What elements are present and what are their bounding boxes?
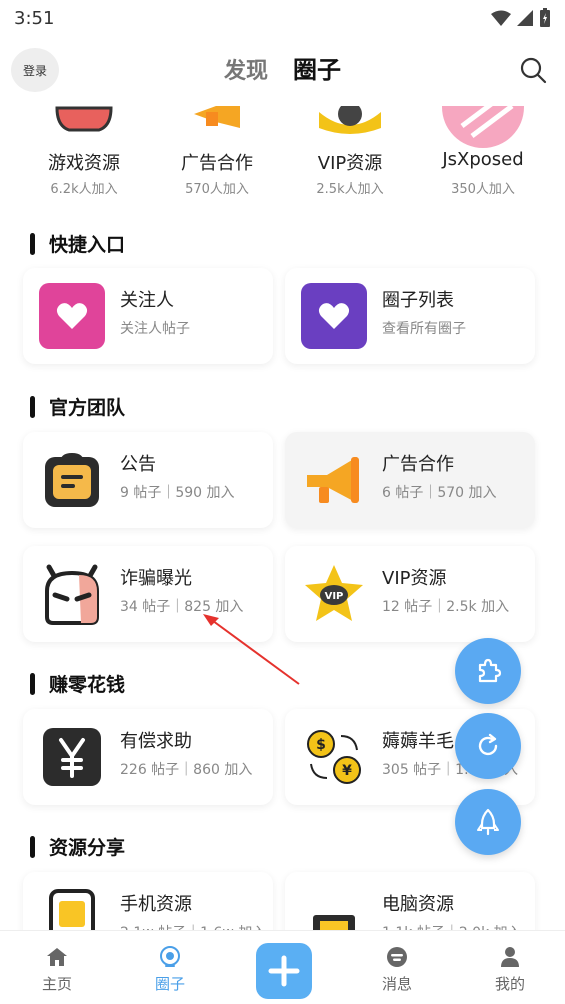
card-title: 电脑资源	[382, 894, 454, 915]
card-title: 有偿求助	[120, 731, 192, 752]
vip-star-icon	[309, 106, 391, 148]
card-subtitle: 2.1w 帖子｜1.6w 加入	[120, 922, 266, 930]
card-subtitle: 12 帖子｜2.5k 加入	[382, 599, 510, 615]
megaphone-icon	[307, 457, 359, 503]
card-title: 公告	[120, 454, 156, 475]
tab-circles[interactable]: 圈子	[293, 50, 341, 85]
section-title-earn: 赚零花钱	[30, 670, 125, 697]
yen-icon	[43, 728, 101, 786]
card-title: VIP资源	[382, 568, 447, 589]
card-announcement[interactable]: 公告 9 帖子｜590 加入	[23, 432, 273, 528]
header-tabs: 发现 圈子	[0, 50, 565, 85]
card-title: 圈子列表	[382, 290, 454, 311]
search-icon[interactable]	[519, 56, 547, 84]
top-circle-name: 游戏资源	[48, 153, 120, 174]
card-ads[interactable]: 广告合作 6 帖子｜570 加入	[285, 432, 535, 528]
message-icon	[387, 947, 407, 967]
svg-text:$: $	[316, 737, 326, 753]
tab-discover[interactable]: 发现	[224, 53, 268, 85]
nav-label: 主页	[41, 975, 72, 993]
home-icon	[47, 948, 67, 966]
card-pc-resources[interactable]: 电脑资源 1.1k 帖子｜2.0k 加入	[285, 872, 535, 930]
card-title: 手机资源	[120, 894, 192, 915]
game-controller-icon	[43, 106, 125, 148]
circles-icon	[160, 946, 180, 967]
status-time: 3:51	[14, 7, 55, 29]
refresh-fab[interactable]	[455, 713, 521, 779]
refresh-icon	[478, 733, 498, 756]
status-icons	[491, 8, 551, 28]
top-circle-count: 570人加入	[185, 182, 249, 197]
currency-exchange-icon: $ ¥	[307, 730, 361, 784]
card-subtitle: 226 帖子｜860 加入	[120, 762, 253, 778]
shopping-bag-icon	[45, 452, 99, 507]
bottom-nav: 主页 圈子 消息 我的	[0, 930, 565, 1004]
wifi-icon	[491, 10, 511, 26]
nav-label: 圈子	[154, 975, 185, 993]
card-title: 广告合作	[382, 454, 454, 475]
card-follow[interactable]: 关注人 关注人帖子	[23, 268, 273, 364]
computer-monitor-icon	[313, 915, 355, 930]
rocket-fab[interactable]	[455, 789, 521, 855]
section-title-official: 官方团队	[30, 393, 125, 420]
top-circle-count: 2.5k人加入	[316, 182, 384, 197]
jsxposed-logo-icon	[442, 106, 524, 148]
top-circle-count: 6.2k人加入	[50, 182, 118, 197]
top-circle-name: JsXposed	[442, 149, 524, 170]
nav-label: 我的	[494, 975, 525, 993]
section-title-resources: 资源分享	[30, 833, 125, 860]
section-title-quick: 快捷入口	[30, 230, 125, 257]
card-subtitle: 查看所有圈子	[382, 321, 466, 337]
top-circle-count: 350人加入	[451, 182, 515, 197]
status-bar: 3:51	[0, 0, 565, 36]
svg-text:VIP: VIP	[325, 591, 344, 602]
card-vip[interactable]: VIP VIP资源 12 帖子｜2.5k 加入	[285, 546, 535, 642]
signal-icon	[517, 10, 533, 26]
card-subtitle: 关注人帖子	[120, 321, 190, 337]
battery-icon	[540, 8, 550, 27]
user-icon	[501, 947, 519, 967]
plus-icon	[268, 955, 300, 987]
megaphone-icon	[176, 106, 258, 148]
top-header: 登录 发现 圈子	[0, 36, 565, 106]
card-subtitle: 1.1k 帖子｜2.0k 加入	[382, 922, 522, 930]
heart-icon	[39, 283, 105, 349]
card-phone-resources[interactable]: 手机资源 2.1w 帖子｜1.6w 加入	[23, 872, 273, 930]
annotation-arrow	[203, 614, 300, 685]
rocket-icon	[477, 808, 499, 836]
card-title: 薅薅羊毛	[382, 731, 454, 752]
devil-face-icon	[45, 564, 99, 625]
card-circle-list[interactable]: 圈子列表 查看所有圈子	[285, 268, 535, 364]
card-subtitle: 6 帖子｜570 加入	[382, 485, 497, 501]
post-button[interactable]	[256, 943, 312, 999]
puzzle-icon	[478, 658, 502, 683]
top-circles-strip: 游戏资源 6.2k人加入 广告合作 570人加入 VIP资源 2.5k人加入 J…	[0, 106, 565, 206]
nav-label: 消息	[381, 975, 412, 993]
heart-icon	[301, 283, 367, 349]
top-circle-name: VIP资源	[317, 153, 383, 174]
phone-icon	[49, 889, 95, 930]
plugin-fab[interactable]	[455, 638, 521, 704]
svg-text:¥: ¥	[342, 763, 352, 779]
card-title: 诈骗曝光	[120, 568, 192, 589]
card-paid-help[interactable]: 有偿求助 226 帖子｜860 加入	[23, 709, 273, 805]
card-subtitle: 9 帖子｜590 加入	[120, 485, 235, 501]
card-title: 关注人	[120, 290, 174, 311]
top-circle-name: 广告合作	[181, 153, 253, 174]
